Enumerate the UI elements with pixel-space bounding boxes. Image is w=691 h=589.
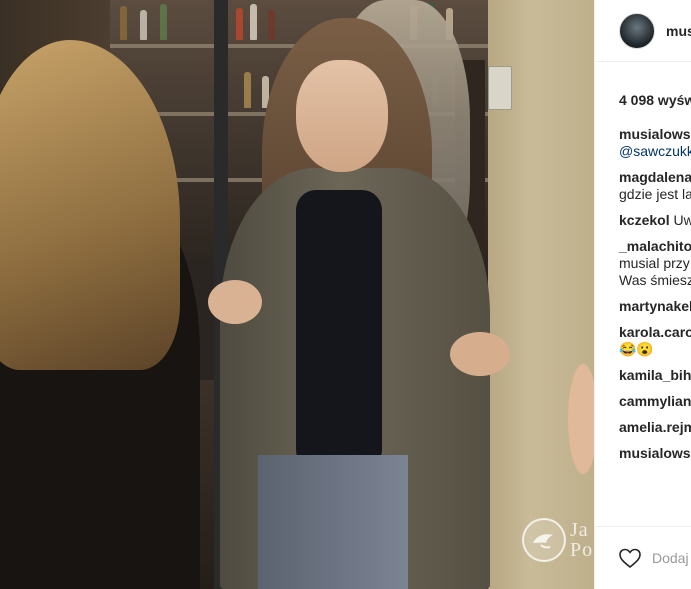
watermark-line: Ja <box>570 519 589 541</box>
comment-text: gdzie jest la <box>619 186 691 202</box>
bird-logo-icon <box>522 518 566 562</box>
comment-item: musialowsk @sawczukk <box>619 126 691 160</box>
comment-username[interactable]: kamila_bih <box>619 367 691 383</box>
bottle <box>120 6 127 40</box>
heart-icon[interactable] <box>618 546 642 570</box>
post-side-panel: musialowski 4 098 wyświetleń musialowsk … <box>594 0 691 589</box>
comment-username[interactable]: cammyliana <box>619 393 691 409</box>
woman-top <box>296 190 382 470</box>
bottle <box>268 10 275 40</box>
comment-item: amelia.rejm <box>619 419 691 436</box>
hand <box>568 364 594 474</box>
comment-username[interactable]: magdalena <box>619 169 691 185</box>
hand <box>208 280 262 324</box>
bottle <box>244 72 251 108</box>
comment-item: martynakel <box>619 298 691 315</box>
comment-item: _malachito musial przy Was śmiesz <box>619 238 691 289</box>
woman-face <box>296 60 388 172</box>
bottle <box>140 10 147 40</box>
post-header: musialowski <box>595 0 691 62</box>
comment-text: 😂😮 <box>619 341 654 357</box>
author-username[interactable]: musialowski <box>666 23 691 39</box>
comment-text: Was śmiesz <box>619 272 691 288</box>
comment-username[interactable]: kczekol <box>619 212 670 228</box>
watermark-line: Po <box>570 539 594 561</box>
comment-text: musial przy <box>619 255 690 271</box>
comment-item: kamila_bih <box>619 367 691 384</box>
add-comment-input[interactable]: Dodaj <box>652 550 689 566</box>
bottle <box>250 4 257 40</box>
post-media[interactable]: Ja Po <box>0 0 594 589</box>
comment-mention[interactable]: @sawczukk <box>619 143 691 159</box>
comment-username[interactable]: karola.caro <box>619 324 691 340</box>
watermark: Ja Po <box>522 518 593 562</box>
bottle <box>236 8 243 40</box>
comment-item: karola.caro 😂😮 <box>619 324 691 358</box>
hand <box>450 332 510 376</box>
bottle <box>160 4 167 40</box>
comment-text: Uw <box>673 212 691 228</box>
avatar[interactable] <box>619 12 655 49</box>
watermark-text: Ja Po <box>570 520 593 560</box>
comment-item: musialowsk <box>619 445 691 462</box>
comment-item: kczekol Uw <box>619 212 691 229</box>
comment-username[interactable]: martynakel <box>619 298 691 314</box>
comment-bar: Dodaj <box>595 526 691 589</box>
comment-item: magdalena gdzie jest la <box>619 169 691 203</box>
view-count[interactable]: 4 098 wyświetleń <box>619 92 691 108</box>
comment-list: musialowsk @sawczukk magdalena gdzie jes… <box>619 126 691 471</box>
woman-jeans <box>258 455 408 589</box>
comment-username[interactable]: amelia.rejm <box>619 419 691 435</box>
light-switch <box>488 66 512 110</box>
comment-item: cammyliana <box>619 393 691 410</box>
comment-username[interactable]: _malachito <box>619 238 691 254</box>
comment-username[interactable]: musialowsk <box>619 445 691 461</box>
comment-username[interactable]: musialowsk <box>619 126 691 142</box>
